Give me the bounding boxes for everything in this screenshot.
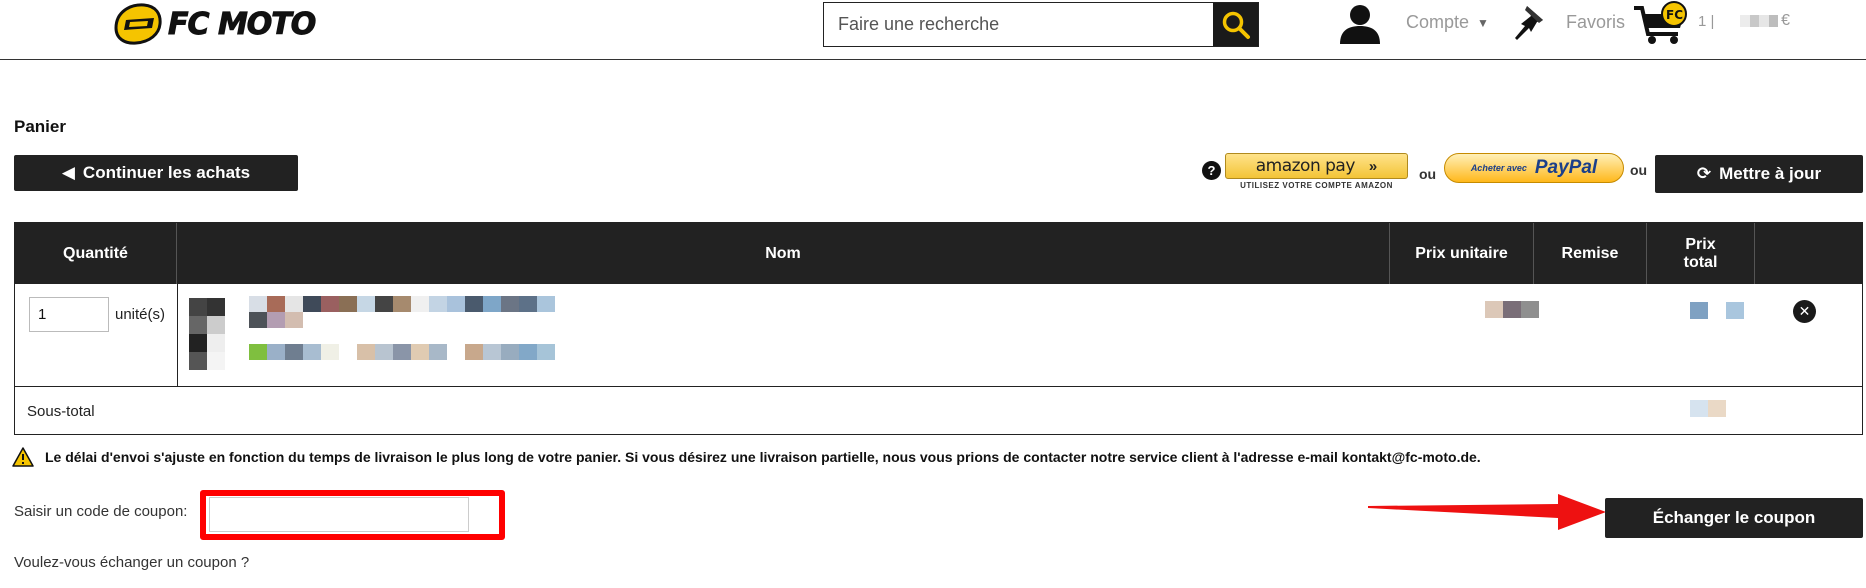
update-label: Mettre à jour [1719,164,1822,183]
table-row: unité(s) ✕ [15,284,1862,387]
search-button[interactable] [1213,3,1258,46]
cart-total: € [1740,10,1790,32]
account-menu[interactable]: Compte ▼ [1406,12,1489,33]
fc-moto-helmet-icon [114,3,162,45]
product-name-line[interactable] [249,296,555,312]
subtotal-label: Sous-total [27,403,95,420]
fc-moto-logo[interactable]: FC MOTO [110,2,317,46]
remove-icon[interactable]: ✕ [1793,300,1816,323]
exchange-coupon-button[interactable]: Échanger le coupon [1605,498,1863,538]
paypal-button[interactable]: Acheter avec PayPal [1444,153,1624,183]
chevron-down-icon: ▼ [1477,15,1489,30]
cart-count: 1 | [1698,13,1715,30]
update-button[interactable]: ⟳ Mettre à jour [1655,155,1863,193]
subtotal-value [1690,400,1726,417]
product-name-line[interactable] [249,312,303,328]
product-variant-line [249,344,555,360]
amazon-pay-label: amazon pay [1255,156,1356,176]
logo-text: FC MOTO [167,6,316,42]
search-icon [1222,11,1250,39]
header-quantity: Quantité [15,223,177,284]
paypal-label: PayPal [1534,157,1598,178]
header-unit-price: Prix unitaire [1390,223,1534,284]
page-title: Panier [14,117,66,136]
search-box [823,2,1259,47]
svg-text:FC: FC [1666,8,1683,22]
continue-shopping-button[interactable]: ◀ Continuer les achats [14,155,298,191]
header-total-price: Prix total [1647,223,1755,284]
shipping-notice: Le délai d'envoi s'ajuste en fonction du… [45,449,1481,465]
warning-icon [12,447,34,467]
unit-label: unité(s) [115,306,166,323]
exchange-coupon-link[interactable]: Voulez-vous échanger un coupon ? [14,554,249,571]
left-triangle-icon: ◀ [61,163,75,182]
double-chevron-icon: » [1368,157,1378,175]
product-thumbnail[interactable] [189,298,225,370]
total-price-value [1690,302,1744,319]
amazon-pay-button[interactable]: amazon pay » [1225,153,1408,179]
continue-shopping-label: Continuer les achats [82,163,251,182]
coupon-label: Saisir un code de coupon: [14,503,188,520]
exchange-coupon-label: Échanger le coupon [1652,508,1816,527]
paypal-small-label: Acheter avec [1470,162,1527,173]
quantity-input[interactable] [29,297,109,332]
search-input[interactable] [824,3,1213,46]
or-separator: ou [1630,162,1648,178]
header-discount: Remise [1534,223,1647,284]
pin-icon[interactable] [1505,2,1549,46]
favorites-label[interactable]: Favoris [1566,12,1625,33]
arrow-icon [1368,494,1606,530]
or-separator: ou [1419,166,1437,182]
account-icon[interactable] [1337,2,1383,44]
cart-icon[interactable]: FC [1632,0,1690,46]
refresh-icon: ⟳ [1696,164,1712,183]
cart-table: Quantité Nom Prix unitaire Remise Prix t… [14,222,1863,435]
unit-price-value [1485,301,1539,318]
table-header: Quantité Nom Prix unitaire Remise Prix t… [15,223,1862,284]
site-header: FC MOTO Compte ▼ Favoris FC 1 | € [0,0,1866,60]
coupon-input[interactable] [209,497,469,532]
header-remove [1755,223,1862,284]
header-name: Nom [177,223,1390,284]
amazon-pay-subtitle: UTILISEZ VOTRE COMPTE AMAZON [1240,181,1393,190]
account-label: Compte [1406,12,1470,32]
cart-currency: € [1781,12,1790,29]
help-icon[interactable]: ? [1202,161,1221,180]
column-divider [177,284,178,387]
